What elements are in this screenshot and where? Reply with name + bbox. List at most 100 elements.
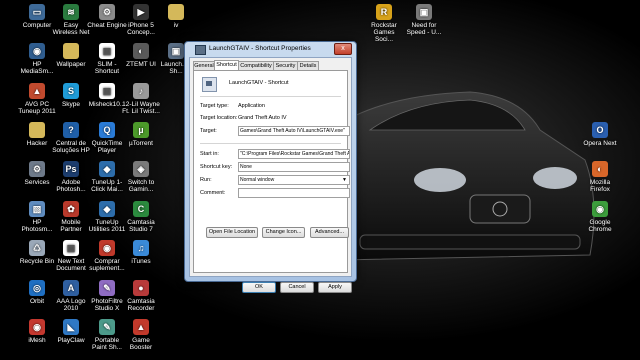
desktop-shortcut-label: Central de Soluções HP [52, 140, 90, 154]
quicktime-icon: Q [99, 122, 115, 138]
imesh-icon: ◉ [29, 319, 45, 335]
camtasia-icon: C [133, 201, 149, 217]
orbit-icon: ◎ [29, 280, 45, 296]
folder-icon [168, 4, 184, 20]
desktop-shortcut-label: µTorrent [129, 140, 153, 147]
camtasia-recorder-icon: ● [133, 280, 149, 296]
tab-compatibility[interactable]: Compatibility [238, 61, 274, 70]
cancel-button[interactable]: Cancel [280, 282, 314, 293]
media-icon: ◉ [29, 43, 45, 59]
desktop-shortcut-label: Rockstar Games Soci... [371, 22, 397, 43]
shortcut-properties-dialog: LaunchGTAIV - Shortcut Properties x Gene… [184, 41, 357, 293]
desktop-shortcut[interactable]: ▤ New Text Document [51, 240, 91, 272]
desktop-shortcut[interactable]: S Skype [51, 83, 91, 108]
folder-icon [63, 43, 79, 59]
target-location-label: Target location: [200, 115, 238, 121]
desktop-shortcut[interactable]: ◈ Switch to Gamin... [121, 161, 161, 193]
tab-security[interactable]: Security [273, 61, 298, 70]
recycle-bin-icon: ♺ [29, 240, 45, 256]
start-in-input[interactable]: "C:\Program Files\Rockstar Games\Grand T… [238, 149, 350, 159]
services-icon: ⚙ [29, 161, 45, 177]
close-button[interactable]: x [334, 43, 352, 55]
desktop-shortcut[interactable]: ● Camtasia Recorder [121, 280, 161, 312]
tab-details[interactable]: Details [297, 61, 319, 70]
chrome-icon: ◉ [592, 201, 608, 217]
utorrent-icon: µ [133, 122, 149, 138]
document-icon: ▤ [99, 83, 115, 99]
rockstar-icon: R [376, 4, 392, 20]
divider [200, 143, 341, 144]
launch-icon: ▣ [168, 43, 184, 59]
desktop-shortcut[interactable]: ◣ PlayClaw [51, 319, 91, 344]
desktop-shortcut-label: Mobile Partner [60, 219, 82, 233]
desktop-shortcut[interactable]: C Camtasia Studio 7 [121, 201, 161, 233]
desktop-shortcut[interactable]: µ µTorrent [121, 122, 161, 147]
tuneup-icon: ◆ [99, 161, 115, 177]
chevron-down-icon: ▼ [342, 177, 347, 183]
avg-icon: ▲ [29, 83, 45, 99]
desktop-shortcut-label: Adobe Photosh... [56, 179, 86, 193]
dialog-title: LaunchGTAIV - Shortcut Properties [209, 45, 311, 52]
desktop-shortcut[interactable]: ◉ Google Chrome [580, 201, 620, 233]
skype-icon: S [63, 83, 79, 99]
desktop-shortcut-label: Switch to Gamin... [127, 179, 155, 193]
desktop-shortcut[interactable]: ◐ ZTEMT UI [121, 43, 161, 68]
target-type-value: Application [238, 103, 265, 109]
text-document-icon: ▤ [63, 240, 79, 256]
divider [200, 96, 341, 97]
desktop-shortcut-label: iTunes [131, 258, 151, 265]
desktop-shortcut[interactable]: ✿ Mobile Partner [51, 201, 91, 233]
target-location-value: Grand Theft Auto IV [238, 115, 287, 121]
desktop-shortcut[interactable]: ▲ Game Booster [121, 319, 161, 351]
desktop-shortcut-label: Camtasia Recorder [127, 298, 155, 312]
desktop-shortcut[interactable]: ♪ 12-Lil Wayne Ft. Lil Twist... [121, 83, 161, 115]
ok-button[interactable]: OK [242, 282, 276, 293]
tab-general[interactable]: General [193, 61, 215, 70]
desktop-shortcut-label: AAA Logo 2010 [56, 298, 86, 312]
desktop-shortcut[interactable]: ? Central de Soluções HP [51, 122, 91, 154]
hp-photosmart-icon: ▧ [29, 201, 45, 217]
dialog-titlebar[interactable]: LaunchGTAIV - Shortcut Properties x [185, 42, 356, 56]
ztemt-icon: ◐ [133, 43, 149, 59]
desktop-shortcut[interactable]: R Rockstar Games Soci... [364, 4, 404, 43]
target-type-label: Target type: [200, 103, 229, 109]
hp-icon: ? [63, 122, 79, 138]
change-icon-button[interactable]: Change Icon... [262, 227, 305, 238]
desktop-shortcut[interactable]: ▣ Need for Speed - U... [404, 4, 444, 36]
desktop-shortcut[interactable]: Wallpaper [51, 43, 91, 68]
desktop-shortcut[interactable]: iv [156, 4, 196, 29]
shopping-icon: ◉ [99, 240, 115, 256]
desktop-shortcut[interactable]: Ps Adobe Photosh... [51, 161, 91, 193]
computer-icon: ▭ [29, 4, 45, 20]
desktop-shortcut[interactable]: ▶ iPhone 5 Concep... [121, 4, 161, 36]
open-file-location-button[interactable]: Open File Location [206, 227, 258, 238]
desktop-shortcut[interactable]: O Opera Next [580, 122, 620, 147]
photofiltre-icon: ✎ [99, 280, 115, 296]
desktop-shortcut-label: 12-Lil Wayne Ft. Lil Twist... [122, 101, 160, 115]
paint-shop-icon: ✎ [99, 319, 115, 335]
run-select[interactable]: Normal window ▼ [238, 175, 350, 185]
run-select-value: Normal window [240, 177, 275, 183]
game-booster-icon: ▲ [133, 319, 149, 335]
apply-button[interactable]: Apply [318, 282, 352, 293]
desktop-shortcut[interactable]: ≋ Easy Wireless Net [51, 4, 91, 36]
app-icon [202, 77, 217, 92]
game-mode-icon: ◈ [133, 161, 149, 177]
desktop-shortcut-label: Opera Next [583, 140, 617, 147]
advanced-button[interactable]: Advanced... [310, 227, 349, 238]
desktop-shortcut-label: ZTEMT UI [126, 61, 156, 68]
aaa-logo-icon: A [63, 280, 79, 296]
playclaw-icon: ◣ [63, 319, 79, 335]
itunes-icon: ♫ [133, 240, 149, 256]
tuneup-utilities-icon: ◆ [99, 201, 115, 217]
shortcut-name: LaunchGTAIV - Shortcut [229, 80, 289, 86]
desktop-shortcut[interactable]: A AAA Logo 2010 [51, 280, 91, 312]
opera-icon: O [592, 122, 608, 138]
target-input[interactable]: Games\Grand Theft Auto IV\LaunchGTAIV.ex… [238, 126, 350, 136]
shortcut-icon [195, 45, 206, 55]
comment-label: Comment: [200, 190, 226, 196]
desktop-shortcut[interactable]: ◐ Mozilla Firefox [580, 161, 620, 193]
desktop-shortcut[interactable]: ♫ iTunes [121, 240, 161, 265]
shortcut-key-input[interactable]: None [238, 162, 350, 172]
comment-input[interactable] [238, 188, 350, 198]
